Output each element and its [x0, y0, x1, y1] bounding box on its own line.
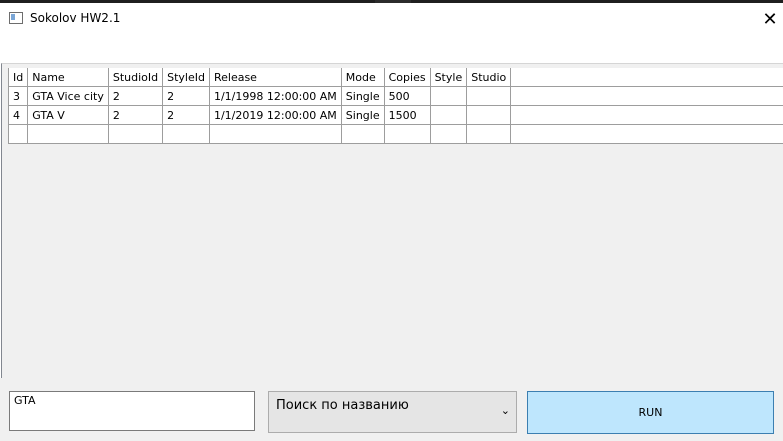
table-row[interactable]: 4 GTA V 2 2 1/1/2019 12:00:00 AM Single …	[7, 105, 783, 125]
table-row[interactable]: 3 GTA Vice city 2 2 1/1/1998 12:00:00 AM…	[7, 86, 783, 106]
cell-mode[interactable]: Single	[340, 86, 385, 106]
cell-studio[interactable]	[466, 86, 512, 106]
cell-style[interactable]	[429, 105, 468, 125]
close-button[interactable]: ✕	[756, 6, 783, 32]
column-header-styleid[interactable]: StyleId	[162, 68, 210, 87]
column-header-studio[interactable]: Studio	[466, 68, 512, 87]
new-row-placeholder[interactable]	[7, 124, 783, 144]
cell-release[interactable]: 1/1/2019 12:00:00 AM	[208, 105, 342, 125]
search-mode-value: Поиск по названию	[276, 398, 409, 413]
cell-mode[interactable]	[340, 124, 385, 144]
cell-filler	[510, 124, 783, 144]
cell-name[interactable]: GTA Vice city	[27, 86, 109, 106]
cell-name[interactable]	[27, 124, 109, 144]
cell-filler	[510, 86, 783, 106]
bottom-panel: GTA Поиск по названию ⌄ RUN	[0, 378, 783, 441]
cell-id[interactable]	[7, 124, 29, 144]
cell-copies[interactable]: 1500	[383, 105, 431, 125]
cell-id[interactable]: 4	[7, 105, 29, 125]
cell-copies[interactable]	[383, 124, 431, 144]
app-window-icon	[9, 12, 23, 24]
cell-studioid[interactable]: 2	[107, 105, 164, 125]
cell-style[interactable]	[429, 86, 468, 106]
cell-release[interactable]	[208, 124, 342, 144]
column-header-studioid[interactable]: StudioId	[107, 68, 164, 87]
column-header-style[interactable]: Style	[429, 68, 468, 87]
cell-studioid[interactable]	[107, 124, 164, 144]
cell-id[interactable]: 3	[7, 86, 29, 106]
chevron-down-icon: ⌄	[500, 404, 510, 417]
cell-styleid[interactable]: 2	[162, 105, 210, 125]
cell-name[interactable]: GTA V	[27, 105, 109, 125]
search-input[interactable]: GTA	[9, 391, 255, 431]
cell-release[interactable]: 1/1/1998 12:00:00 AM	[208, 86, 342, 106]
run-button[interactable]: RUN	[527, 391, 774, 434]
title-bar: Sokolov HW2.1 ✕	[0, 3, 783, 31]
cell-studioid[interactable]: 2	[107, 86, 164, 106]
cell-studio[interactable]	[466, 124, 512, 144]
column-header-filler	[510, 68, 783, 87]
column-header-mode[interactable]: Mode	[340, 68, 385, 87]
cell-styleid[interactable]: 2	[162, 86, 210, 106]
cell-styleid[interactable]	[162, 124, 210, 144]
search-mode-select[interactable]: Поиск по названию ⌄	[268, 391, 517, 433]
column-header-copies[interactable]: Copies	[383, 68, 431, 87]
cell-copies[interactable]: 500	[383, 86, 431, 106]
window-title: Sokolov HW2.1	[30, 11, 121, 25]
column-header-name[interactable]: Name	[27, 68, 109, 87]
column-header-id[interactable]: Id	[7, 68, 29, 87]
data-grid[interactable]: Id Name StudioId StyleId Release Mode Co…	[7, 68, 783, 144]
cell-studio[interactable]	[466, 105, 512, 125]
cell-style[interactable]	[429, 124, 468, 144]
cell-filler	[510, 105, 783, 125]
data-grid-area: Id Name StudioId StyleId Release Mode Co…	[1, 63, 783, 379]
cell-mode[interactable]: Single	[340, 105, 385, 125]
grid-header-row: Id Name StudioId StyleId Release Mode Co…	[7, 68, 783, 87]
column-header-release[interactable]: Release	[208, 68, 342, 87]
